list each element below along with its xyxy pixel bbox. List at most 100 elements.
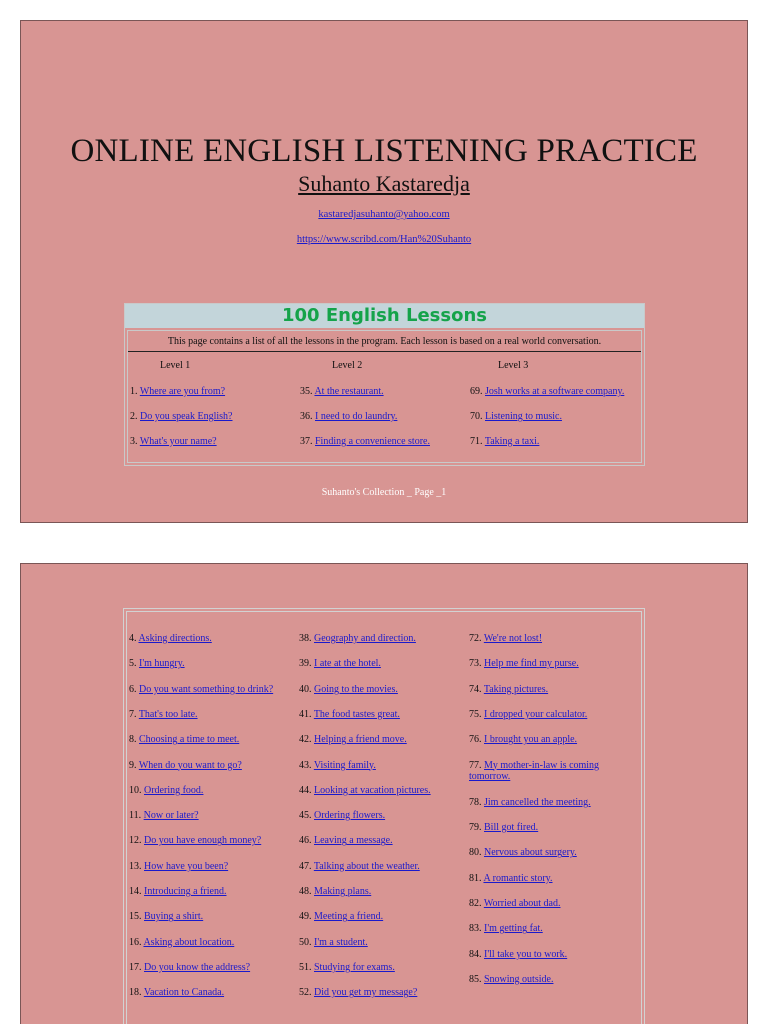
lesson-link[interactable]: I ate at the hotel. <box>314 658 381 669</box>
lessons-table: 100 English Lessons This page contains a… <box>124 303 645 466</box>
lesson-number: 15. <box>129 911 142 923</box>
lesson-link[interactable]: Josh works at a software company. <box>485 386 624 397</box>
lesson-link[interactable]: That's too late. <box>139 709 198 720</box>
lesson-link[interactable]: Geography and direction. <box>314 633 416 644</box>
level-3-label: Level 3 <box>498 360 529 371</box>
lesson-link[interactable]: Taking a taxi. <box>485 436 540 447</box>
lesson-item: 5. I'm hungry. <box>129 658 185 669</box>
lesson-number: 5. <box>129 658 137 670</box>
lesson-link[interactable]: Taking pictures. <box>484 684 548 695</box>
lesson-link[interactable]: I'll take you to work. <box>484 949 567 960</box>
lesson-link[interactable]: Asking directions. <box>138 633 211 644</box>
lesson-link[interactable]: Meeting a friend. <box>314 911 383 922</box>
lesson-item: 83. I'm getting fat. <box>469 923 543 934</box>
lesson-link[interactable]: Vacation to Canada. <box>144 987 224 998</box>
lesson-link[interactable]: Choosing a time to meet. <box>139 734 239 745</box>
lesson-link[interactable]: What's your name? <box>140 436 217 447</box>
lesson-link[interactable]: How have you been? <box>144 861 228 872</box>
lesson-link[interactable]: The food tastes great. <box>314 709 400 720</box>
lesson-item: 40. Going to the movies. <box>299 684 398 695</box>
lesson-item: 71. Taking a taxi. <box>470 436 539 447</box>
lesson-link[interactable]: Do you speak English? <box>140 411 233 422</box>
lesson-link[interactable]: Looking at vacation pictures. <box>314 785 431 796</box>
lesson-number: 75. <box>469 708 482 720</box>
lesson-link[interactable]: Making plans. <box>314 886 371 897</box>
lesson-link[interactable]: A romantic story. <box>483 873 552 884</box>
lesson-number: 47. <box>299 860 312 872</box>
lesson-link[interactable]: Now or later? <box>144 810 199 821</box>
lesson-link[interactable]: Do you want something to drink? <box>139 684 273 695</box>
lesson-item: 15. Buying a shirt. <box>129 911 203 922</box>
lessons-header: 100 English Lessons <box>125 304 644 328</box>
author-website-link[interactable]: https://www.scribd.com/Han%20Suhanto <box>21 234 747 245</box>
lesson-link[interactable]: Going to the movies. <box>314 684 398 695</box>
lesson-link[interactable]: Worried about dad. <box>484 898 561 909</box>
lesson-number: 14. <box>129 886 142 897</box>
lesson-link[interactable]: Nervous about surgery. <box>484 847 577 858</box>
lesson-item: 12. Do you have enough money? <box>129 835 261 846</box>
lesson-number: 13. <box>129 860 142 872</box>
lesson-item: 13. How have you been? <box>129 861 228 872</box>
lesson-link[interactable]: Finding a convenience store. <box>315 436 430 447</box>
lesson-link[interactable]: Ordering flowers. <box>314 810 385 821</box>
lesson-number: 4. <box>129 633 137 644</box>
lessons-table-continued: 4. Asking directions. 5. I'm hungry. 6. Do… <box>123 608 645 1024</box>
lesson-link[interactable]: Buying a shirt. <box>144 911 203 922</box>
lesson-link[interactable]: My mother-in-law is coming tomorrow. <box>469 760 599 782</box>
lesson-link[interactable]: I'm a student. <box>314 937 368 948</box>
lesson-item: 3. What's your name? <box>130 436 217 447</box>
lesson-link[interactable]: Studying for exams. <box>314 962 395 973</box>
lesson-number: 18. <box>129 987 142 999</box>
lesson-item: 79. Bill got fired. <box>469 822 538 833</box>
lesson-link[interactable]: Did you get my message? <box>314 987 417 998</box>
lesson-link[interactable]: Asking about location. <box>143 937 234 948</box>
lesson-item: 18. Vacation to Canada. <box>129 987 224 998</box>
lesson-link[interactable]: At the restaurant. <box>314 386 383 397</box>
lesson-link[interactable]: I brought you an apple. <box>484 734 577 745</box>
lessons-table-continued-body: 4. Asking directions. 5. I'm hungry. 6. Do… <box>126 611 642 1024</box>
lesson-number: 17. <box>129 961 142 973</box>
lesson-number: 12. <box>129 835 142 847</box>
lesson-link[interactable]: I need to do laundry. <box>315 411 397 422</box>
lesson-link[interactable]: Ordering food. <box>144 785 203 796</box>
lesson-link[interactable]: I'm getting fat. <box>484 923 543 934</box>
lesson-link[interactable]: Where are you from? <box>140 386 225 397</box>
lesson-link[interactable]: Introducing a friend. <box>144 886 226 897</box>
lesson-link[interactable]: Jim cancelled the meeting. <box>484 797 591 808</box>
lessons-table-body: This page contains a list of all the les… <box>127 330 642 463</box>
author-email-link[interactable]: kastaredjasuhanto@yahoo.com <box>21 209 747 220</box>
lesson-number: 73. <box>469 658 482 670</box>
lesson-number: 44. <box>299 784 312 796</box>
lesson-link[interactable]: Do you have enough money? <box>144 835 261 846</box>
lesson-link[interactable]: Visiting family. <box>314 760 376 771</box>
lesson-item: 76. I brought you an apple. <box>469 734 577 745</box>
lesson-link[interactable]: Talking about the weather. <box>314 861 420 872</box>
lesson-link[interactable]: I'm hungry. <box>139 658 185 669</box>
lesson-number: 77. <box>469 759 482 771</box>
lesson-link[interactable]: Leaving a message. <box>314 835 393 846</box>
lesson-item: 82. Worried about dad. <box>469 898 561 909</box>
intro-divider <box>128 351 641 352</box>
level-2-label: Level 2 <box>332 360 363 371</box>
lesson-link[interactable]: When do you want to go? <box>139 760 242 771</box>
lesson-item: 45. Ordering flowers. <box>299 810 385 821</box>
lesson-item: 7. That's too late. <box>129 709 198 720</box>
lesson-number: 36. <box>300 411 313 422</box>
lesson-number: 46. <box>299 835 312 847</box>
lesson-item: 16. Asking about location. <box>129 937 234 948</box>
lesson-item: 72. We're not lost! <box>469 633 542 644</box>
lesson-number: 71. <box>470 436 483 447</box>
lesson-link[interactable]: Bill got fired. <box>484 822 538 833</box>
lesson-number: 52. <box>299 987 312 999</box>
lesson-link[interactable]: Helping a friend move. <box>314 734 407 745</box>
page-footer: Suhanto's Collection _ Page _1 <box>321 487 447 498</box>
lesson-link[interactable]: I dropped your calculator. <box>484 709 587 720</box>
lesson-number: 50. <box>299 936 312 948</box>
lesson-link[interactable]: Do you know the address? <box>144 962 250 973</box>
lesson-link[interactable]: We're not lost! <box>484 633 542 644</box>
author-name: Suhanto Kastaredja <box>298 171 470 196</box>
lesson-link[interactable]: Listening to music. <box>485 411 562 422</box>
lesson-item: 84. I'll take you to work. <box>469 949 567 960</box>
lesson-link[interactable]: Help me find my purse. <box>484 658 579 669</box>
lesson-link[interactable]: Snowing outside. <box>484 974 553 985</box>
